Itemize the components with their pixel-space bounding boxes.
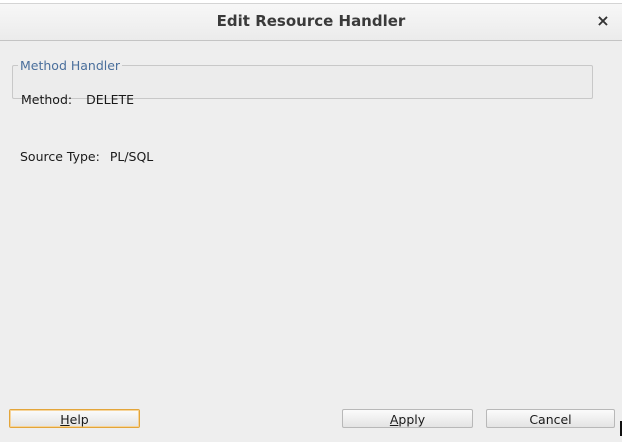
apply-button[interactable]: Apply	[342, 409, 473, 428]
title-bar[interactable]: Edit Resource Handler ×	[0, 4, 622, 41]
source-type-row: Source Type: PL/SQL	[20, 149, 153, 164]
text-cursor-icon	[620, 421, 622, 436]
method-label: Method:	[21, 92, 73, 107]
method-handler-group: Method Handler Method: DELETE	[12, 58, 593, 107]
help-label-rest: elp	[69, 412, 89, 427]
cancel-button[interactable]: Cancel	[486, 409, 615, 428]
dialog-title: Edit Resource Handler	[216, 12, 406, 30]
edit-resource-handler-dialog: Edit Resource Handler × Method Handler M…	[0, 3, 622, 442]
help-button[interactable]: Help	[9, 409, 140, 428]
method-value: DELETE	[86, 92, 134, 107]
apply-label-rest: pply	[398, 412, 426, 427]
help-mnemonic: H	[60, 412, 70, 427]
source-type-label: Source Type:	[20, 149, 100, 164]
method-handler-legend: Method Handler	[20, 58, 121, 73]
close-icon[interactable]: ×	[594, 12, 612, 30]
source-type-value: PL/SQL	[109, 149, 154, 164]
method-row: Method: DELETE	[21, 92, 134, 107]
